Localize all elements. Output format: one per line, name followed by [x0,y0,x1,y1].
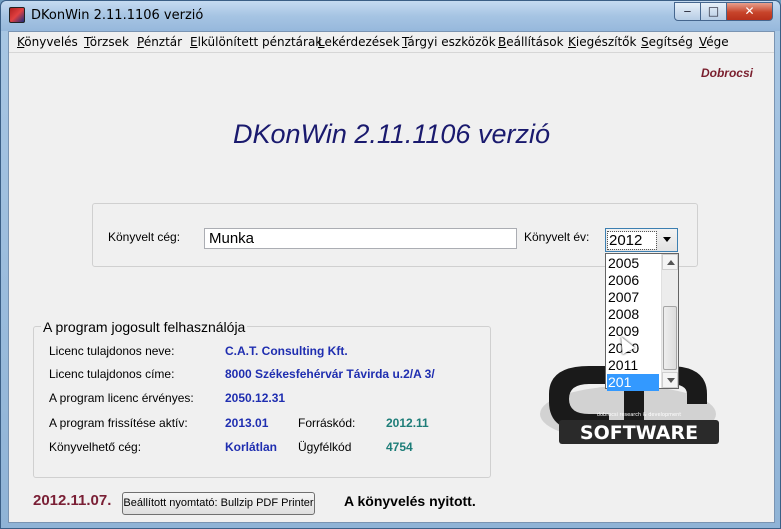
update-value: 2013.01 [225,416,269,430]
arrow-up-icon [667,260,675,265]
year-label: Könyvelt év: [524,230,590,244]
window-title: DKonWin 2.11.1106 verzió [31,8,204,23]
source-value: 2012.11 [386,416,429,430]
menu-beallitasok[interactable]: Beállítások [498,35,564,49]
close-button[interactable]: ✕ [726,2,773,21]
year-option[interactable]: 2011 [607,357,659,374]
menu-lekerdezesek[interactable]: Lekérdezések [318,35,400,49]
company-count-value: Korlátlan [225,440,278,454]
source-label: Forráskód: [298,416,356,430]
valid-label: A program licenc érvényes: [49,391,194,405]
valid-value: 2050.12.31 [225,391,286,405]
app-window: DKonWin 2.11.1106 verzió ‒ □ ✕ Könyvelés… [0,0,781,529]
chevron-down-icon[interactable] [663,237,671,242]
menu-segitseg[interactable]: Segítség [641,35,693,49]
year-select[interactable]: 2012 [605,228,678,252]
page-title: DKonWin 2.11.1106 verzió [233,119,550,149]
title-bar[interactable]: DKonWin 2.11.1106 verzió ‒ □ ✕ [1,1,780,31]
dropdown-scrollbar[interactable] [661,254,678,388]
company-label: Könyvelt cég: [108,230,181,244]
scroll-down-button[interactable] [662,372,678,388]
license-legend: A program jogosult felhasználója [41,319,248,335]
menu-vege[interactable]: Vége [699,35,729,49]
year-option-selected[interactable]: 201 [607,374,659,391]
status-text: A könyvelés nyitott. [344,493,476,509]
address-value: 8000 Székesfehérvár Távirda u.2/A 3/ [225,367,435,381]
menu-targyi-eszkozok[interactable]: Tárgyi eszközök [402,35,496,49]
menu-divider [9,52,774,53]
logo-tagline: dobrocsi research & development [597,412,681,418]
year-option[interactable]: 2007 [607,289,659,306]
company-field[interactable]: Munka [204,228,517,249]
scroll-thumb[interactable] [663,306,677,370]
menu-bar: Könyvelés Törzsek Pénztár Elkülönített p… [9,32,774,52]
menu-penztar[interactable]: Pénztár [137,35,182,49]
logo-text: SOFTWARE [580,422,698,444]
minimize-button[interactable]: ‒ [674,2,701,21]
menu-elkulonitett-penztarak[interactable]: Elkülönített pénztárak [190,35,322,49]
printer-button[interactable]: Beállított nyomtató: Bullzip PDF Printer [122,492,315,515]
scroll-up-button[interactable] [662,254,678,270]
menu-torzsek[interactable]: Törzsek [84,35,129,49]
year-option[interactable]: 2005 [607,255,659,272]
menu-konyveles[interactable]: Könyvelés [17,35,78,49]
menu-kiegeszitok[interactable]: Kiegészítők [568,35,636,49]
user-name: Dobrocsi [700,66,753,80]
year-option[interactable]: 2008 [607,306,659,323]
client-label: Ügyfélkód [298,440,352,454]
year-option[interactable]: 2006 [607,272,659,289]
year-dropdown-list[interactable]: 2005 2006 2007 2008 2009 2010 2011 201 [605,253,679,391]
client-area: Könyvelés Törzsek Pénztár Elkülönített p… [8,31,775,523]
company-count-label: Könyvelhető cég: [49,440,142,454]
maximize-button[interactable]: □ [700,2,727,21]
address-label: Licenc tulajdonos címe: [49,367,175,381]
app-icon[interactable] [9,7,25,23]
client-value: 4754 [386,440,413,454]
current-date: 2012.11.07. [33,492,112,509]
update-label: A program frissítése aktív: [49,416,188,430]
arrow-down-icon [667,378,675,383]
owner-value: C.A.T. Consulting Kft. [225,344,348,358]
year-select-value: 2012 [607,231,657,250]
year-option[interactable]: 2009 [607,323,659,340]
owner-label: Licenc tulajdonos neve: [49,344,175,358]
